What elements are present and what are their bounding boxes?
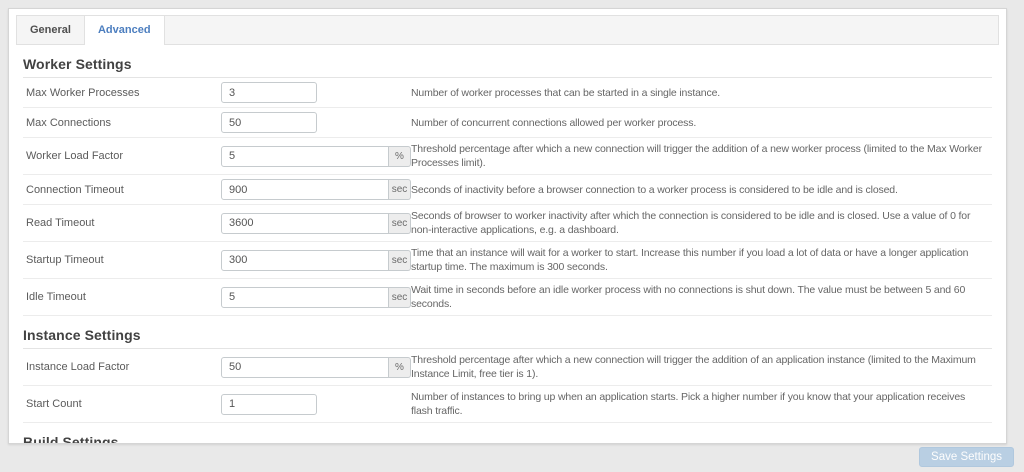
setting-row-startup-timeout: Startup Timeout secTime that an instance …	[23, 242, 992, 279]
setting-description: Seconds of browser to worker inactivity …	[411, 210, 971, 236]
setting-label: Max Worker Processes	[26, 86, 140, 99]
input-group: sec	[221, 249, 411, 271]
read-timeout-input[interactable]	[221, 212, 389, 234]
setting-label: Idle Timeout	[26, 291, 86, 303]
input-group: sec	[221, 179, 411, 200]
setting-control	[221, 82, 411, 103]
setting-control: %	[221, 145, 411, 167]
setting-label: Startup Timeout	[26, 254, 104, 266]
setting-label: Connection Timeout	[26, 183, 124, 196]
setting-description: Time that an instance will wait for a wo…	[411, 247, 969, 273]
setting-label: Instance Load Factor	[26, 361, 130, 373]
setting-control: sec	[221, 286, 411, 308]
setting-row-max-connections: Max Connections Number of concurrent conn…	[23, 108, 992, 138]
tab-label: General	[30, 24, 71, 36]
setting-row-connection-timeout: Connection Timeout secSeconds of inactivi…	[23, 175, 992, 205]
input-unit-addon: sec	[389, 179, 411, 200]
save-settings-button[interactable]: Save Settings	[919, 447, 1014, 467]
setting-description: Number of instances to bring up when an …	[411, 391, 966, 417]
setting-label: Read Timeout	[26, 217, 95, 229]
setting-control: sec	[221, 249, 411, 271]
input-group: sec	[221, 286, 411, 308]
max-worker-processes-input[interactable]	[221, 82, 317, 103]
input-group	[221, 112, 411, 133]
setting-description: Wait time in seconds before an idle work…	[411, 284, 966, 310]
section-instance-settings: Instance SettingsInstance Load Factor%Th…	[23, 327, 992, 423]
setting-label: Start Count	[26, 398, 82, 410]
input-unit-addon: sec	[389, 286, 411, 308]
section-title: Instance Settings	[23, 327, 992, 349]
settings-content: Worker Settings Max Worker Processes Numbe…	[16, 56, 999, 443]
input-unit-addon: %	[389, 145, 411, 167]
setting-description: Threshold percentage after which a new c…	[411, 354, 976, 380]
setting-row-max-worker-processes: Max Worker Processes Number of worker pro…	[23, 78, 992, 108]
setting-control	[221, 112, 411, 133]
startup-timeout-input[interactable]	[221, 249, 389, 271]
setting-control: %	[221, 356, 411, 378]
setting-description: Number of worker processes that can be s…	[411, 86, 721, 99]
settings-panel: General Advanced Worker Settings Max Worke…	[8, 8, 1007, 444]
input-group	[221, 82, 411, 103]
setting-control: sec	[221, 212, 411, 234]
input-unit-addon: sec	[389, 212, 411, 234]
input-group	[221, 393, 411, 415]
idle-timeout-input[interactable]	[221, 286, 389, 308]
setting-label: Worker Load Factor	[26, 150, 124, 162]
setting-control	[221, 393, 411, 415]
setting-description: Seconds of inactivity before a browser c…	[411, 183, 898, 196]
tab-general[interactable]: General	[17, 16, 85, 44]
setting-row-start-count: Start Count Number of instances to bring …	[23, 386, 992, 423]
instance-load-factor-input[interactable]	[221, 356, 389, 378]
setting-label: Max Connections	[26, 116, 111, 129]
input-unit-addon: sec	[389, 249, 411, 271]
setting-row-worker-load-factor: Worker Load Factor%Threshold percentage …	[23, 138, 992, 175]
input-unit-addon: %	[389, 356, 411, 378]
input-group: %	[221, 356, 411, 378]
input-group: sec	[221, 212, 411, 234]
input-group: %	[221, 145, 411, 167]
setting-description: Number of concurrent connections allowed…	[411, 116, 697, 129]
setting-row-idle-timeout: Idle Timeout secWait time in seconds befo…	[23, 279, 992, 316]
section-worker-settings: Worker Settings Max Worker Processes Numbe…	[23, 56, 992, 316]
setting-control: sec	[221, 179, 411, 200]
setting-row-instance-load-factor: Instance Load Factor%Threshold percentag…	[23, 349, 992, 386]
section-build-settings: Build SettingsPackage CacheEnable/Disabl…	[23, 434, 992, 443]
max-connections-input[interactable]	[221, 112, 317, 133]
tab-advanced[interactable]: Advanced	[84, 16, 165, 45]
tab-bar: General Advanced	[16, 15, 999, 45]
worker-load-factor-input[interactable]	[221, 145, 389, 167]
setting-description: Threshold percentage after which a new c…	[411, 143, 982, 169]
start-count-input[interactable]	[221, 393, 317, 415]
setting-row-read-timeout: Read Timeout secSeconds of browser to wor…	[23, 205, 992, 242]
tab-label: Advanced	[97, 24, 151, 36]
section-title: Worker Settings	[23, 56, 992, 78]
connection-timeout-input[interactable]	[221, 179, 389, 200]
section-title: Build Settings	[23, 434, 992, 443]
